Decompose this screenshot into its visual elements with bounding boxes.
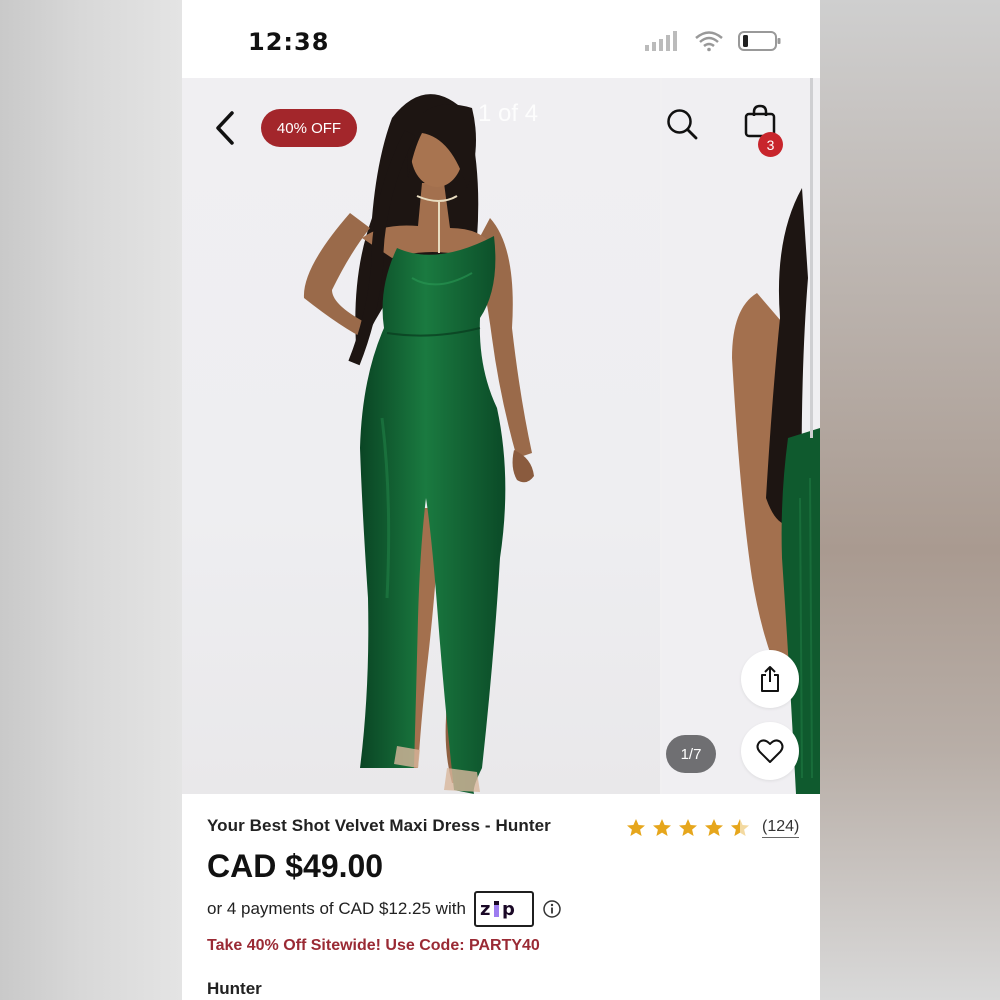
cart-count-badge: 3 bbox=[758, 132, 783, 157]
star-icon bbox=[652, 818, 678, 838]
share-button[interactable] bbox=[741, 650, 799, 708]
share-icon bbox=[761, 666, 779, 692]
rating[interactable]: (124) bbox=[626, 818, 800, 838]
installment-text: or 4 payments of CAD $12.25 with bbox=[207, 899, 466, 918]
product-title: Your Best Shot Velvet Maxi Dress - Hunte… bbox=[207, 816, 551, 835]
status-icons bbox=[644, 30, 782, 52]
half-star-icon bbox=[730, 818, 756, 838]
model-illustration bbox=[303, 94, 534, 794]
status-time: 12:38 bbox=[248, 28, 330, 56]
wifi-icon bbox=[694, 30, 724, 52]
status-bar: 12:38 bbox=[182, 0, 820, 78]
background-left bbox=[0, 0, 182, 1000]
discount-badge: 40% OFF bbox=[261, 109, 357, 147]
zip-payment-logo[interactable]: z p bbox=[473, 891, 534, 927]
zip-logo-icon: z p bbox=[480, 899, 515, 920]
wishlist-button[interactable] bbox=[741, 722, 799, 780]
svg-text:p: p bbox=[502, 899, 515, 920]
star-icon bbox=[678, 818, 704, 838]
back-button[interactable] bbox=[208, 108, 242, 148]
search-button[interactable] bbox=[664, 104, 700, 144]
image-index-pill: 1/7 bbox=[666, 735, 716, 773]
background-right bbox=[820, 0, 1000, 1000]
installment-info: or 4 payments of CAD $12.25 with z p bbox=[207, 891, 562, 927]
star-rating bbox=[626, 818, 756, 838]
product-photo-main[interactable] bbox=[182, 78, 660, 794]
selected-color-name: Hunter bbox=[207, 979, 262, 998]
signal-icon bbox=[644, 30, 680, 52]
review-count-link[interactable]: (124) bbox=[762, 818, 800, 838]
info-icon[interactable] bbox=[542, 899, 562, 919]
phone-screen: 12:38 40% OFF 1 of 4 3 1/7 Your Best Sho… bbox=[182, 0, 820, 1000]
chevron-left-icon bbox=[216, 111, 234, 145]
page-counter: 1 of 4 bbox=[478, 100, 539, 127]
star-icon bbox=[704, 818, 730, 838]
svg-text:z: z bbox=[480, 899, 490, 920]
product-image-gallery[interactable]: 40% OFF 1 of 4 3 1/7 bbox=[182, 78, 820, 794]
battery-icon bbox=[738, 30, 782, 52]
product-info: Your Best Shot Velvet Maxi Dress - Hunte… bbox=[182, 794, 820, 1000]
product-price: CAD $49.00 bbox=[207, 848, 384, 884]
promo-message: Take 40% Off Sitewide! Use Code: PARTY40 bbox=[207, 937, 540, 954]
gallery-scrollbar[interactable] bbox=[810, 78, 813, 438]
star-icon bbox=[626, 818, 652, 838]
heart-icon bbox=[756, 739, 784, 763]
search-icon bbox=[667, 109, 698, 140]
